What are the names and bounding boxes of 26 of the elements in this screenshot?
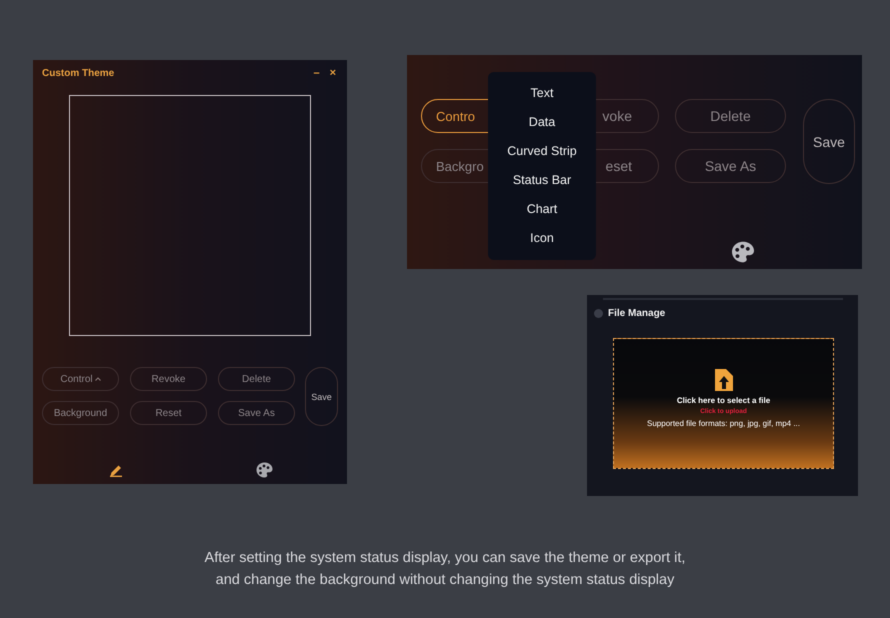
- action-button[interactable]: Delete: [218, 367, 295, 391]
- upload-file-icon: [714, 369, 732, 391]
- menu-item[interactable]: Chart: [526, 198, 558, 227]
- caption-text: After setting the system status display, you can save the theme or export it,: [204, 550, 686, 566]
- action-button[interactable]: Save As: [218, 401, 295, 425]
- action-button[interactable]: Reset: [130, 401, 207, 425]
- save-button[interactable]: Save: [305, 367, 338, 426]
- action-button[interactable]: Save As: [675, 149, 786, 183]
- dropdown-button[interactable]: Control: [42, 367, 119, 391]
- caption-text: and change the background without changing the system status display: [216, 572, 674, 588]
- action-button[interactable]: Revoke: [130, 367, 207, 391]
- save-button[interactable]: Save: [803, 99, 855, 184]
- caret-icon: [94, 377, 101, 381]
- close-button[interactable]: ×: [328, 67, 338, 79]
- palette-icon[interactable]: [731, 241, 755, 263]
- action-button[interactable]: Background: [42, 401, 119, 425]
- menu-item[interactable]: Icon: [530, 227, 554, 256]
- status-dot-icon: [594, 309, 603, 318]
- minimize-button[interactable]: –: [311, 67, 322, 79]
- action-button[interactable]: Delete: [675, 99, 786, 133]
- pencil-icon[interactable]: [109, 463, 123, 477]
- select-file-text: Click here to select a file: [676, 396, 770, 405]
- window-title: Custom Theme: [42, 68, 114, 78]
- palette-icon[interactable]: [256, 462, 272, 478]
- formats-text: Supported file formats: png, jpg, gif, mp4 ...: [647, 419, 800, 428]
- panel-title: File Manage: [608, 308, 666, 319]
